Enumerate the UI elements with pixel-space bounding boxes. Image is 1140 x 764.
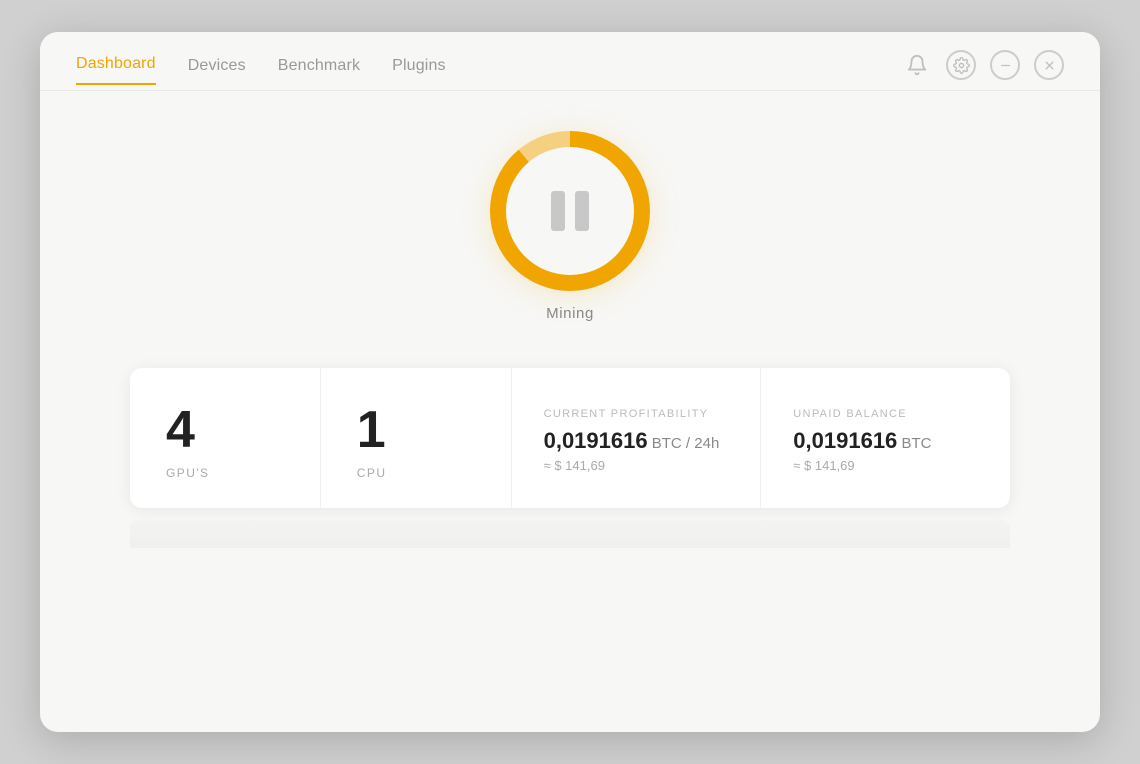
nav-left: Dashboard Devices Benchmark Plugins	[76, 55, 446, 85]
gpus-label: GPU'S	[166, 466, 210, 480]
balance-section-label: UNPAID BALANCE	[793, 408, 907, 420]
nav-bar: Dashboard Devices Benchmark Plugins	[40, 32, 1100, 90]
profitability-unit: BTC / 24h	[648, 435, 720, 452]
balance-unit: BTC	[897, 435, 931, 452]
pause-icon	[551, 191, 589, 231]
profitability-value: 0,0191616 BTC / 24h	[544, 428, 720, 454]
pause-bar-left	[551, 191, 565, 231]
balance-sub: ≈ $ 141,69	[793, 458, 854, 473]
profitability-number: 0,0191616	[544, 428, 648, 453]
nav-item-devices[interactable]: Devices	[188, 57, 246, 85]
balance-number: 0,0191616	[793, 428, 897, 453]
profitability-sub: ≈ $ 141,69	[544, 458, 605, 473]
main-content: Mining 4 GPU'S 1 CPU CURRENT PROFITABILI…	[40, 91, 1100, 732]
gpus-value: 4	[166, 404, 195, 456]
minimize-icon[interactable]	[990, 50, 1020, 80]
app-window: Dashboard Devices Benchmark Plugins	[40, 32, 1100, 732]
pause-bar-right	[575, 191, 589, 231]
mining-toggle-button[interactable]	[490, 131, 650, 291]
nav-item-benchmark[interactable]: Benchmark	[278, 57, 360, 85]
settings-icon[interactable]	[946, 50, 976, 80]
stat-card-gpus: 4 GPU'S	[130, 368, 321, 508]
nav-icons	[902, 50, 1064, 90]
balance-value: 0,0191616 BTC	[793, 428, 931, 454]
cpu-label: CPU	[357, 466, 387, 480]
stat-card-profitability: CURRENT PROFITABILITY 0,0191616 BTC / 24…	[512, 368, 762, 508]
cpu-value: 1	[357, 404, 386, 456]
profitability-section-label: CURRENT PROFITABILITY	[544, 408, 709, 420]
close-icon[interactable]	[1034, 50, 1064, 80]
mining-button-container: Mining	[490, 131, 650, 322]
bottom-partial-row	[130, 520, 1010, 548]
bell-icon[interactable]	[902, 50, 932, 80]
nav-item-dashboard[interactable]: Dashboard	[76, 55, 156, 85]
stat-card-balance: UNPAID BALANCE 0,0191616 BTC ≈ $ 141,69	[761, 368, 1010, 508]
mining-label: Mining	[546, 305, 594, 322]
stat-card-cpu: 1 CPU	[321, 368, 512, 508]
stats-row: 4 GPU'S 1 CPU CURRENT PROFITABILITY 0,01…	[130, 368, 1010, 508]
nav-item-plugins[interactable]: Plugins	[392, 57, 446, 85]
mining-circle-inner	[506, 147, 634, 275]
